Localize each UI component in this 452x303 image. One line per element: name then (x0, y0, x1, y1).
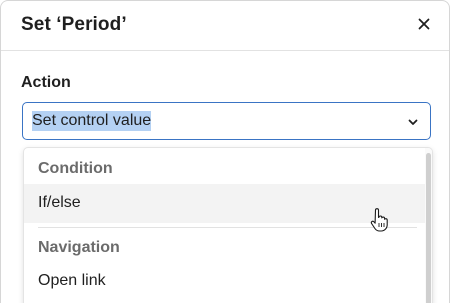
option-label: If/else (38, 194, 81, 211)
close-icon (418, 18, 430, 30)
action-select-value[interactable]: Set control value (32, 111, 152, 131)
dialog-header: Set ‘Period’ (1, 1, 449, 51)
action-dropdown-menu: Condition If/else Navigation Open link (23, 147, 433, 303)
group-divider (38, 227, 417, 228)
set-period-dialog: Set ‘Period’ Action Set control value Co… (0, 0, 450, 303)
close-button[interactable] (413, 13, 435, 35)
action-select[interactable]: Set control value (22, 102, 431, 140)
action-label: Action (21, 74, 71, 91)
group-header-navigation: Navigation (38, 239, 120, 256)
dialog-title: Set ‘Period’ (21, 14, 127, 35)
option-label: Open link (38, 272, 106, 289)
dropdown-scrollbar-thumb[interactable] (426, 153, 431, 303)
chevron-down-icon[interactable] (406, 115, 420, 129)
group-header-condition: Condition (38, 160, 113, 177)
option-if-else[interactable]: If/else (24, 184, 427, 223)
dropdown-scrollbar[interactable] (425, 148, 432, 303)
option-open-link[interactable]: Open link (24, 262, 427, 301)
